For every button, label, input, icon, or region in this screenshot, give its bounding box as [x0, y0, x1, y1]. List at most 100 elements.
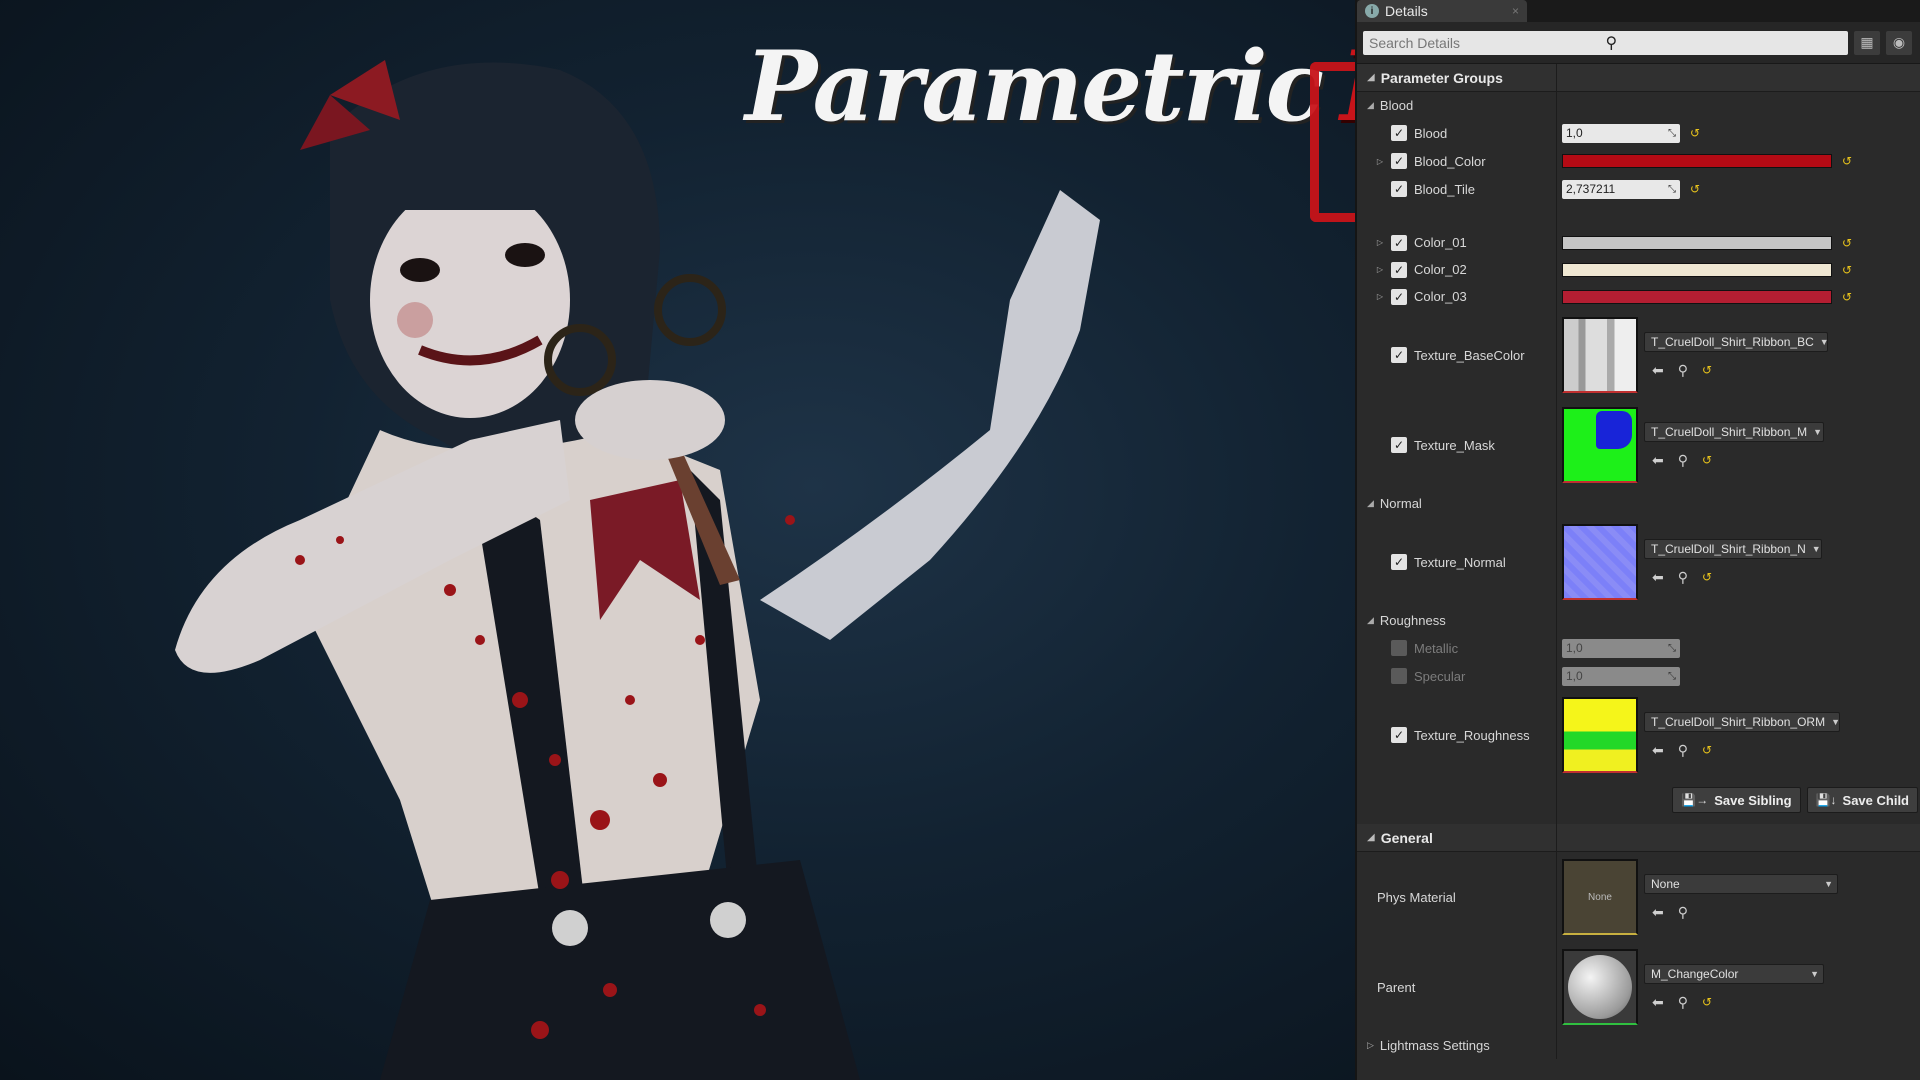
reset-arrow-icon[interactable]: ↺	[1702, 743, 1712, 757]
reset-arrow-icon[interactable]: ↺	[1690, 182, 1700, 196]
color-01-swatch[interactable]	[1562, 235, 1832, 250]
param-label: Texture_Mask	[1414, 437, 1495, 453]
group-label: Blood	[1379, 98, 1414, 113]
reset-arrow-icon[interactable]: ↺	[1702, 363, 1712, 377]
texture-asset-dropdown[interactable]: T_CruelDoll_Shirt_Ribbon_ORM ▼	[1644, 711, 1840, 732]
use-selected-arrow-icon[interactable]: ⬅	[1652, 452, 1664, 469]
browse-search-icon[interactable]: ⚲	[1678, 742, 1688, 759]
save-button-row: 💾→ Save Sibling 💾↓ Save Child	[1357, 780, 1920, 820]
override-checkbox[interactable]: ✓	[1391, 288, 1407, 305]
color-03-swatch[interactable]	[1562, 289, 1832, 304]
tab-details-label: Details	[1385, 3, 1428, 19]
tab-details[interactable]: i Details ×	[1357, 0, 1527, 22]
group-lightmass-settings[interactable]: ▷ Lightmass Settings	[1357, 1032, 1920, 1059]
close-icon[interactable]: ×	[1512, 4, 1519, 18]
expand-arrow-icon[interactable]: ▷	[1373, 238, 1387, 247]
asset-name: T_CruelDoll_Shirt_Ribbon_BC	[1651, 334, 1814, 349]
override-checkbox[interactable]: ✓	[1391, 234, 1407, 251]
phys-material-thumbnail[interactable]: None	[1562, 859, 1638, 935]
collapse-arrow-icon: ◢	[1367, 72, 1375, 83]
use-selected-arrow-icon[interactable]: ⬅	[1652, 569, 1664, 586]
param-label: Blood_Color	[1414, 153, 1486, 169]
reset-arrow-icon[interactable]: ↺	[1702, 570, 1712, 584]
reset-arrow-icon[interactable]: ↺	[1690, 126, 1700, 140]
use-selected-arrow-icon[interactable]: ⬅	[1652, 994, 1664, 1011]
browse-search-icon[interactable]: ⚲	[1678, 452, 1688, 469]
override-checkbox[interactable]: ✓	[1391, 727, 1407, 743]
reset-arrow-icon[interactable]: ↺	[1842, 154, 1852, 168]
blood-color-swatch[interactable]	[1562, 154, 1832, 168]
group-roughness[interactable]: ◢ Roughness	[1357, 607, 1920, 634]
texture-thumbnail[interactable]	[1562, 317, 1638, 393]
browse-search-icon[interactable]: ⚲	[1678, 569, 1688, 586]
override-checkbox[interactable]: ✓	[1391, 153, 1407, 169]
reset-arrow-icon[interactable]: ↺	[1702, 453, 1712, 467]
browse-search-icon[interactable]: ⚲	[1678, 994, 1688, 1011]
use-selected-arrow-icon[interactable]: ⬅	[1652, 904, 1664, 921]
spin-icon[interactable]: ⤡	[1668, 128, 1676, 139]
param-label: Specular	[1414, 668, 1466, 684]
param-label: Blood_Tile	[1414, 181, 1475, 197]
spin-icon[interactable]: ⤡	[1668, 671, 1676, 682]
use-selected-arrow-icon[interactable]: ⬅	[1652, 742, 1664, 759]
reset-arrow-icon[interactable]: ↺	[1702, 995, 1712, 1009]
save-child-button[interactable]: 💾↓ Save Child	[1806, 787, 1918, 813]
texture-asset-dropdown[interactable]: T_CruelDoll_Shirt_Ribbon_BC ▼	[1644, 331, 1829, 352]
view-options-icon[interactable]: ▦	[1854, 30, 1880, 55]
collapse-arrow-icon: ◢	[1367, 615, 1374, 625]
save-sibling-button[interactable]: 💾→ Save Sibling	[1672, 787, 1801, 813]
category-label: Parameter Groups	[1380, 69, 1503, 86]
spin-icon[interactable]: ⤡	[1668, 184, 1676, 195]
eye-icon[interactable]: ◉	[1886, 30, 1912, 55]
group-label: Lightmass Settings	[1379, 1038, 1490, 1053]
texture-asset-dropdown[interactable]: T_CruelDoll_Shirt_Ribbon_M ▼	[1644, 421, 1824, 442]
expand-arrow-icon[interactable]: ▷	[1373, 265, 1387, 274]
override-checkbox[interactable]: ✓	[1391, 181, 1407, 197]
phys-material-dropdown[interactable]: None ▼	[1644, 873, 1838, 894]
param-label: Texture_Roughness	[1414, 727, 1530, 743]
specular-value-field[interactable]: 1,0 ⤡	[1562, 666, 1680, 686]
search-input[interactable]: Search Details ⚲	[1363, 30, 1848, 55]
collapse-arrow-icon: ◢	[1367, 100, 1374, 110]
spin-icon[interactable]: ⤡	[1668, 643, 1676, 654]
metallic-value-field[interactable]: 1,0 ⤡	[1562, 638, 1680, 658]
expand-arrow-icon[interactable]: ▷	[1373, 292, 1387, 301]
override-checkbox[interactable]: ✓	[1391, 554, 1407, 570]
parent-dropdown[interactable]: M_ChangeColor ▼	[1644, 963, 1824, 984]
texture-thumbnail[interactable]	[1562, 407, 1638, 483]
use-selected-arrow-icon[interactable]: ⬅	[1652, 362, 1664, 379]
group-normal[interactable]: ◢ Normal	[1357, 490, 1920, 517]
category-parameter-groups[interactable]: ◢ Parameter Groups	[1357, 64, 1920, 92]
param-blood-color: ▷ ✓ Blood_Color ↺	[1357, 147, 1920, 175]
expand-arrow-icon[interactable]: ▷	[1373, 157, 1387, 166]
param-label: Color_02	[1414, 262, 1467, 277]
details-panel: i Details × Search Details ⚲ ▦ ◉ ◢ Param…	[1355, 0, 1920, 1080]
param-label: Texture_Normal	[1414, 554, 1506, 570]
blood-tile-value-field[interactable]: 2,737211 ⤡	[1562, 179, 1680, 199]
parent-thumbnail[interactable]	[1562, 949, 1638, 1025]
category-general[interactable]: ◢ General	[1357, 824, 1920, 852]
override-checkbox[interactable]: ✓	[1391, 437, 1407, 453]
category-label: General	[1380, 829, 1433, 846]
override-checkbox[interactable]: ✓	[1391, 347, 1407, 363]
reset-arrow-icon[interactable]: ↺	[1842, 290, 1852, 304]
chevron-down-icon: ▼	[1824, 878, 1833, 889]
override-checkbox[interactable]	[1391, 668, 1407, 684]
reset-arrow-icon[interactable]: ↺	[1842, 263, 1852, 277]
param-label: Phys Material	[1377, 889, 1456, 905]
color-02-swatch[interactable]	[1562, 262, 1832, 277]
override-checkbox[interactable]: ✓	[1391, 125, 1407, 141]
reset-arrow-icon[interactable]: ↺	[1842, 236, 1852, 250]
browse-search-icon[interactable]: ⚲	[1678, 362, 1688, 379]
browse-search-icon[interactable]: ⚲	[1678, 904, 1688, 921]
texture-thumbnail[interactable]	[1562, 524, 1638, 600]
override-checkbox[interactable]: ✓	[1391, 261, 1407, 278]
blood-value-field[interactable]: 1,0 ⤡	[1562, 123, 1680, 143]
group-blood[interactable]: ◢ Blood	[1357, 92, 1920, 119]
param-specular: Specular 1,0 ⤡	[1357, 662, 1920, 690]
search-row: Search Details ⚲ ▦ ◉	[1357, 22, 1920, 64]
prop-parent: Parent M_ChangeColor ▼ ⬅ ⚲ ↺	[1357, 942, 1920, 1032]
override-checkbox[interactable]	[1391, 640, 1407, 656]
texture-thumbnail[interactable]	[1562, 697, 1638, 773]
texture-asset-dropdown[interactable]: T_CruelDoll_Shirt_Ribbon_N ▼	[1644, 538, 1822, 559]
